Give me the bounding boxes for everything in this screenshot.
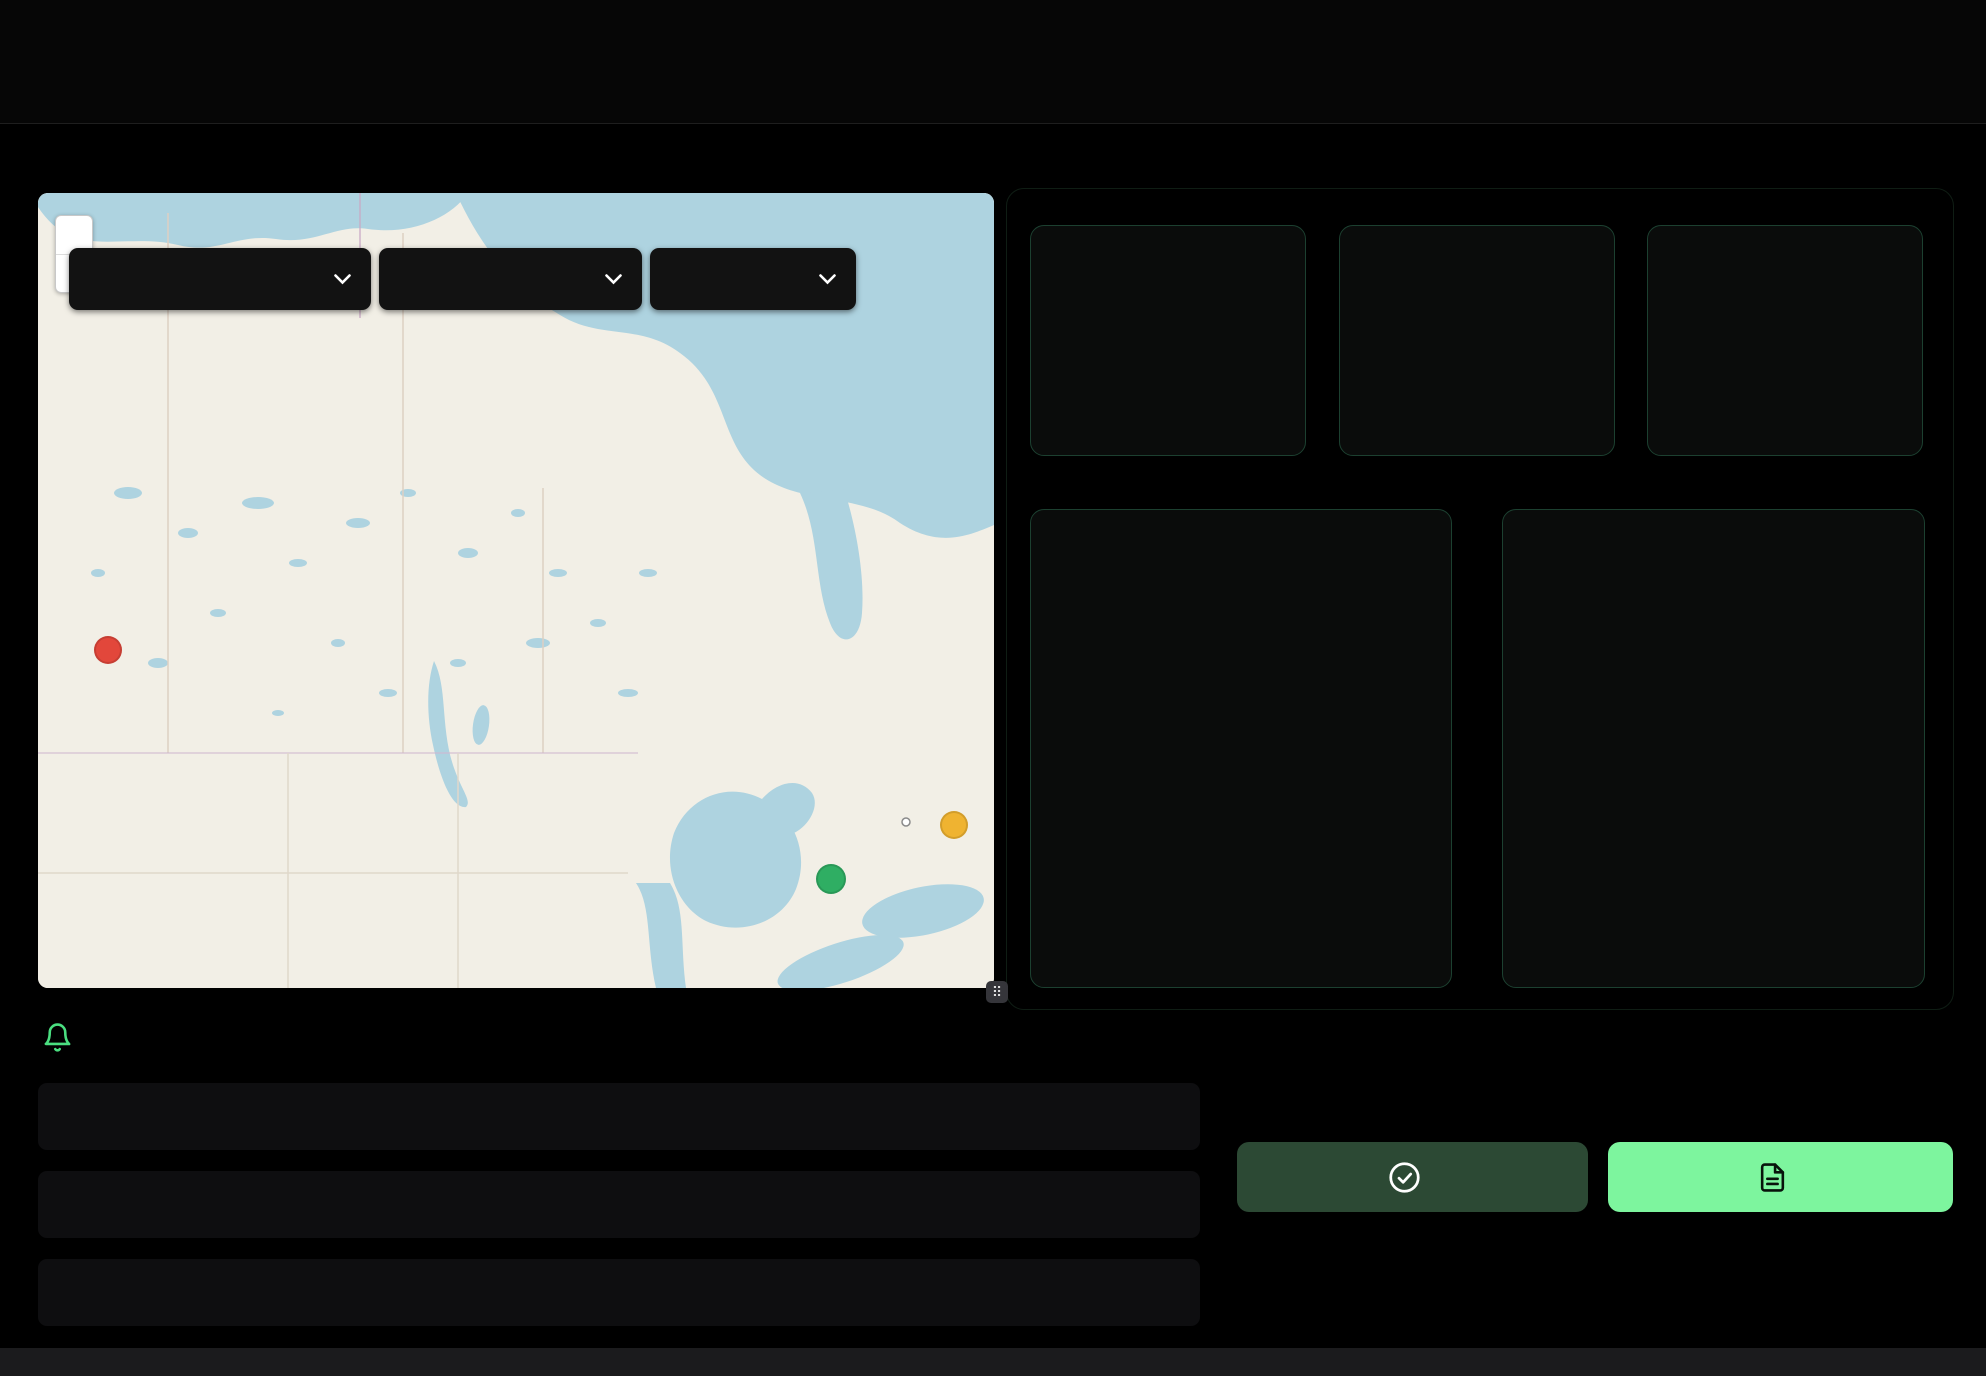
map-filter-bar	[69, 248, 856, 310]
stat-card-avg-depletion	[1647, 225, 1923, 456]
app-header	[0, 0, 1986, 124]
regional-consumption-bar-chart	[1503, 510, 1926, 989]
stat-card-critical-tanks	[1339, 225, 1615, 456]
alert-list-item[interactable]	[38, 1083, 1200, 1150]
map-canvas	[38, 193, 994, 988]
tank-marker-warning[interactable]	[940, 811, 968, 839]
main-nav	[1704, 0, 1928, 124]
check-circle-icon	[1388, 1161, 1421, 1194]
fuel-type-filter-dropdown[interactable]	[379, 248, 642, 310]
tank-status-donut-chart	[1031, 510, 1453, 989]
bell-icon	[42, 1022, 73, 1053]
status-filter-dropdown[interactable]	[650, 248, 856, 310]
map-panel[interactable]	[38, 193, 994, 988]
region-filter-dropdown[interactable]	[69, 248, 371, 310]
document-icon	[1757, 1162, 1788, 1193]
chevron-down-icon	[605, 274, 622, 285]
tank-marker-normal[interactable]	[816, 864, 846, 894]
ottawa-city-dot	[902, 818, 910, 826]
resize-handle-icon[interactable]: ⠿	[986, 981, 1008, 1003]
footer-bar	[0, 1348, 1986, 1376]
regional-consumption-card	[1502, 509, 1925, 988]
stat-card-total-fuel	[1030, 225, 1306, 456]
alert-list-item[interactable]	[38, 1171, 1200, 1238]
generate-report-button[interactable]	[1608, 1142, 1953, 1212]
tank-marker-critical[interactable]	[94, 636, 122, 664]
tank-status-card	[1030, 509, 1452, 988]
chevron-down-icon	[819, 274, 836, 285]
chevron-down-icon	[334, 274, 351, 285]
alerts-header	[42, 1022, 87, 1053]
alert-list-item[interactable]	[38, 1259, 1200, 1326]
acknowledge-all-button[interactable]	[1237, 1142, 1588, 1212]
